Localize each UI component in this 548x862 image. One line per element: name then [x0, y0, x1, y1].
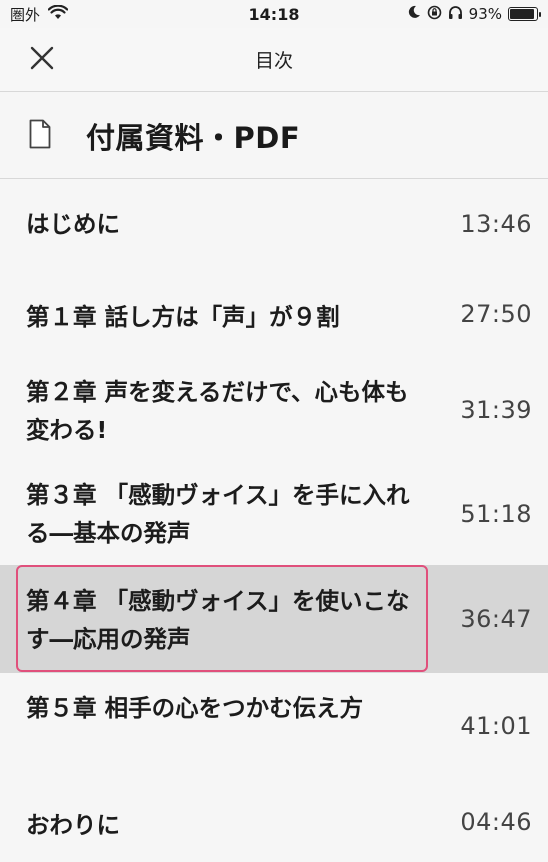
chapter-row[interactable]: 第２章 声を変えるだけで、心も体も変わる! 31:39	[0, 358, 548, 458]
chapter-row[interactable]: はじめに 13:46	[0, 180, 548, 268]
chapter-title: 第５章 相手の心をつかむ伝え方	[26, 694, 364, 722]
document-icon	[29, 119, 51, 149]
chapter-row[interactable]: 第１章 話し方は「声」が９割 27:50	[0, 268, 548, 358]
moon-icon	[407, 5, 421, 23]
chapter-row[interactable]: 第３章 「感動ヴォイス」を手に入れる―基本の発声 51:18	[0, 458, 548, 564]
battery-fill	[510, 9, 535, 19]
chapter-row[interactable]: おわりに 04:46	[0, 773, 548, 862]
chapter-duration: 41:01	[460, 712, 532, 740]
nav-title: 目次	[254, 50, 293, 72]
chapter-duration: 51:18	[460, 500, 532, 528]
rotation-lock-icon	[427, 5, 442, 24]
chapter-row[interactable]: 第４章 「感動ヴォイス」を使いこなす―応用の発声 36:47	[0, 565, 548, 673]
battery-percent: 93%	[468, 5, 502, 23]
chapter-title: 第４章 「感動ヴォイス」を使いこなす―応用の発声	[26, 587, 410, 653]
chapter-title: 第２章 声を変えるだけで、心も体も変わる!	[26, 378, 409, 444]
chapter-title: 第３章 「感動ヴォイス」を手に入れる―基本の発声	[26, 481, 410, 547]
chapter-title: おわりに	[26, 811, 120, 839]
attachment-row[interactable]: 付属資料・PDF	[0, 93, 548, 179]
chapter-duration: 27:50	[460, 300, 532, 328]
nav-bar: 目次	[0, 28, 548, 92]
chapter-duration: 36:47	[460, 605, 532, 633]
status-left: 圏外	[10, 4, 69, 25]
battery-icon	[508, 7, 541, 21]
headphones-icon	[448, 5, 463, 24]
chapter-title: 第１章 話し方は「声」が９割	[26, 303, 340, 331]
chapter-duration: 04:46	[460, 808, 532, 836]
chapter-title: はじめに	[26, 210, 120, 238]
attachment-label: 付属資料・PDF	[86, 121, 301, 155]
status-right: 93%	[407, 5, 541, 24]
chapter-duration: 13:46	[460, 210, 532, 238]
carrier-label: 圏外	[10, 5, 41, 24]
status-bar: 圏外 14:18 93%	[0, 0, 548, 28]
chapter-row[interactable]: 第５章 相手の心をつかむ伝え方 41:01	[0, 673, 548, 773]
chapter-duration: 31:39	[460, 396, 532, 424]
wifi-icon	[47, 4, 69, 24]
